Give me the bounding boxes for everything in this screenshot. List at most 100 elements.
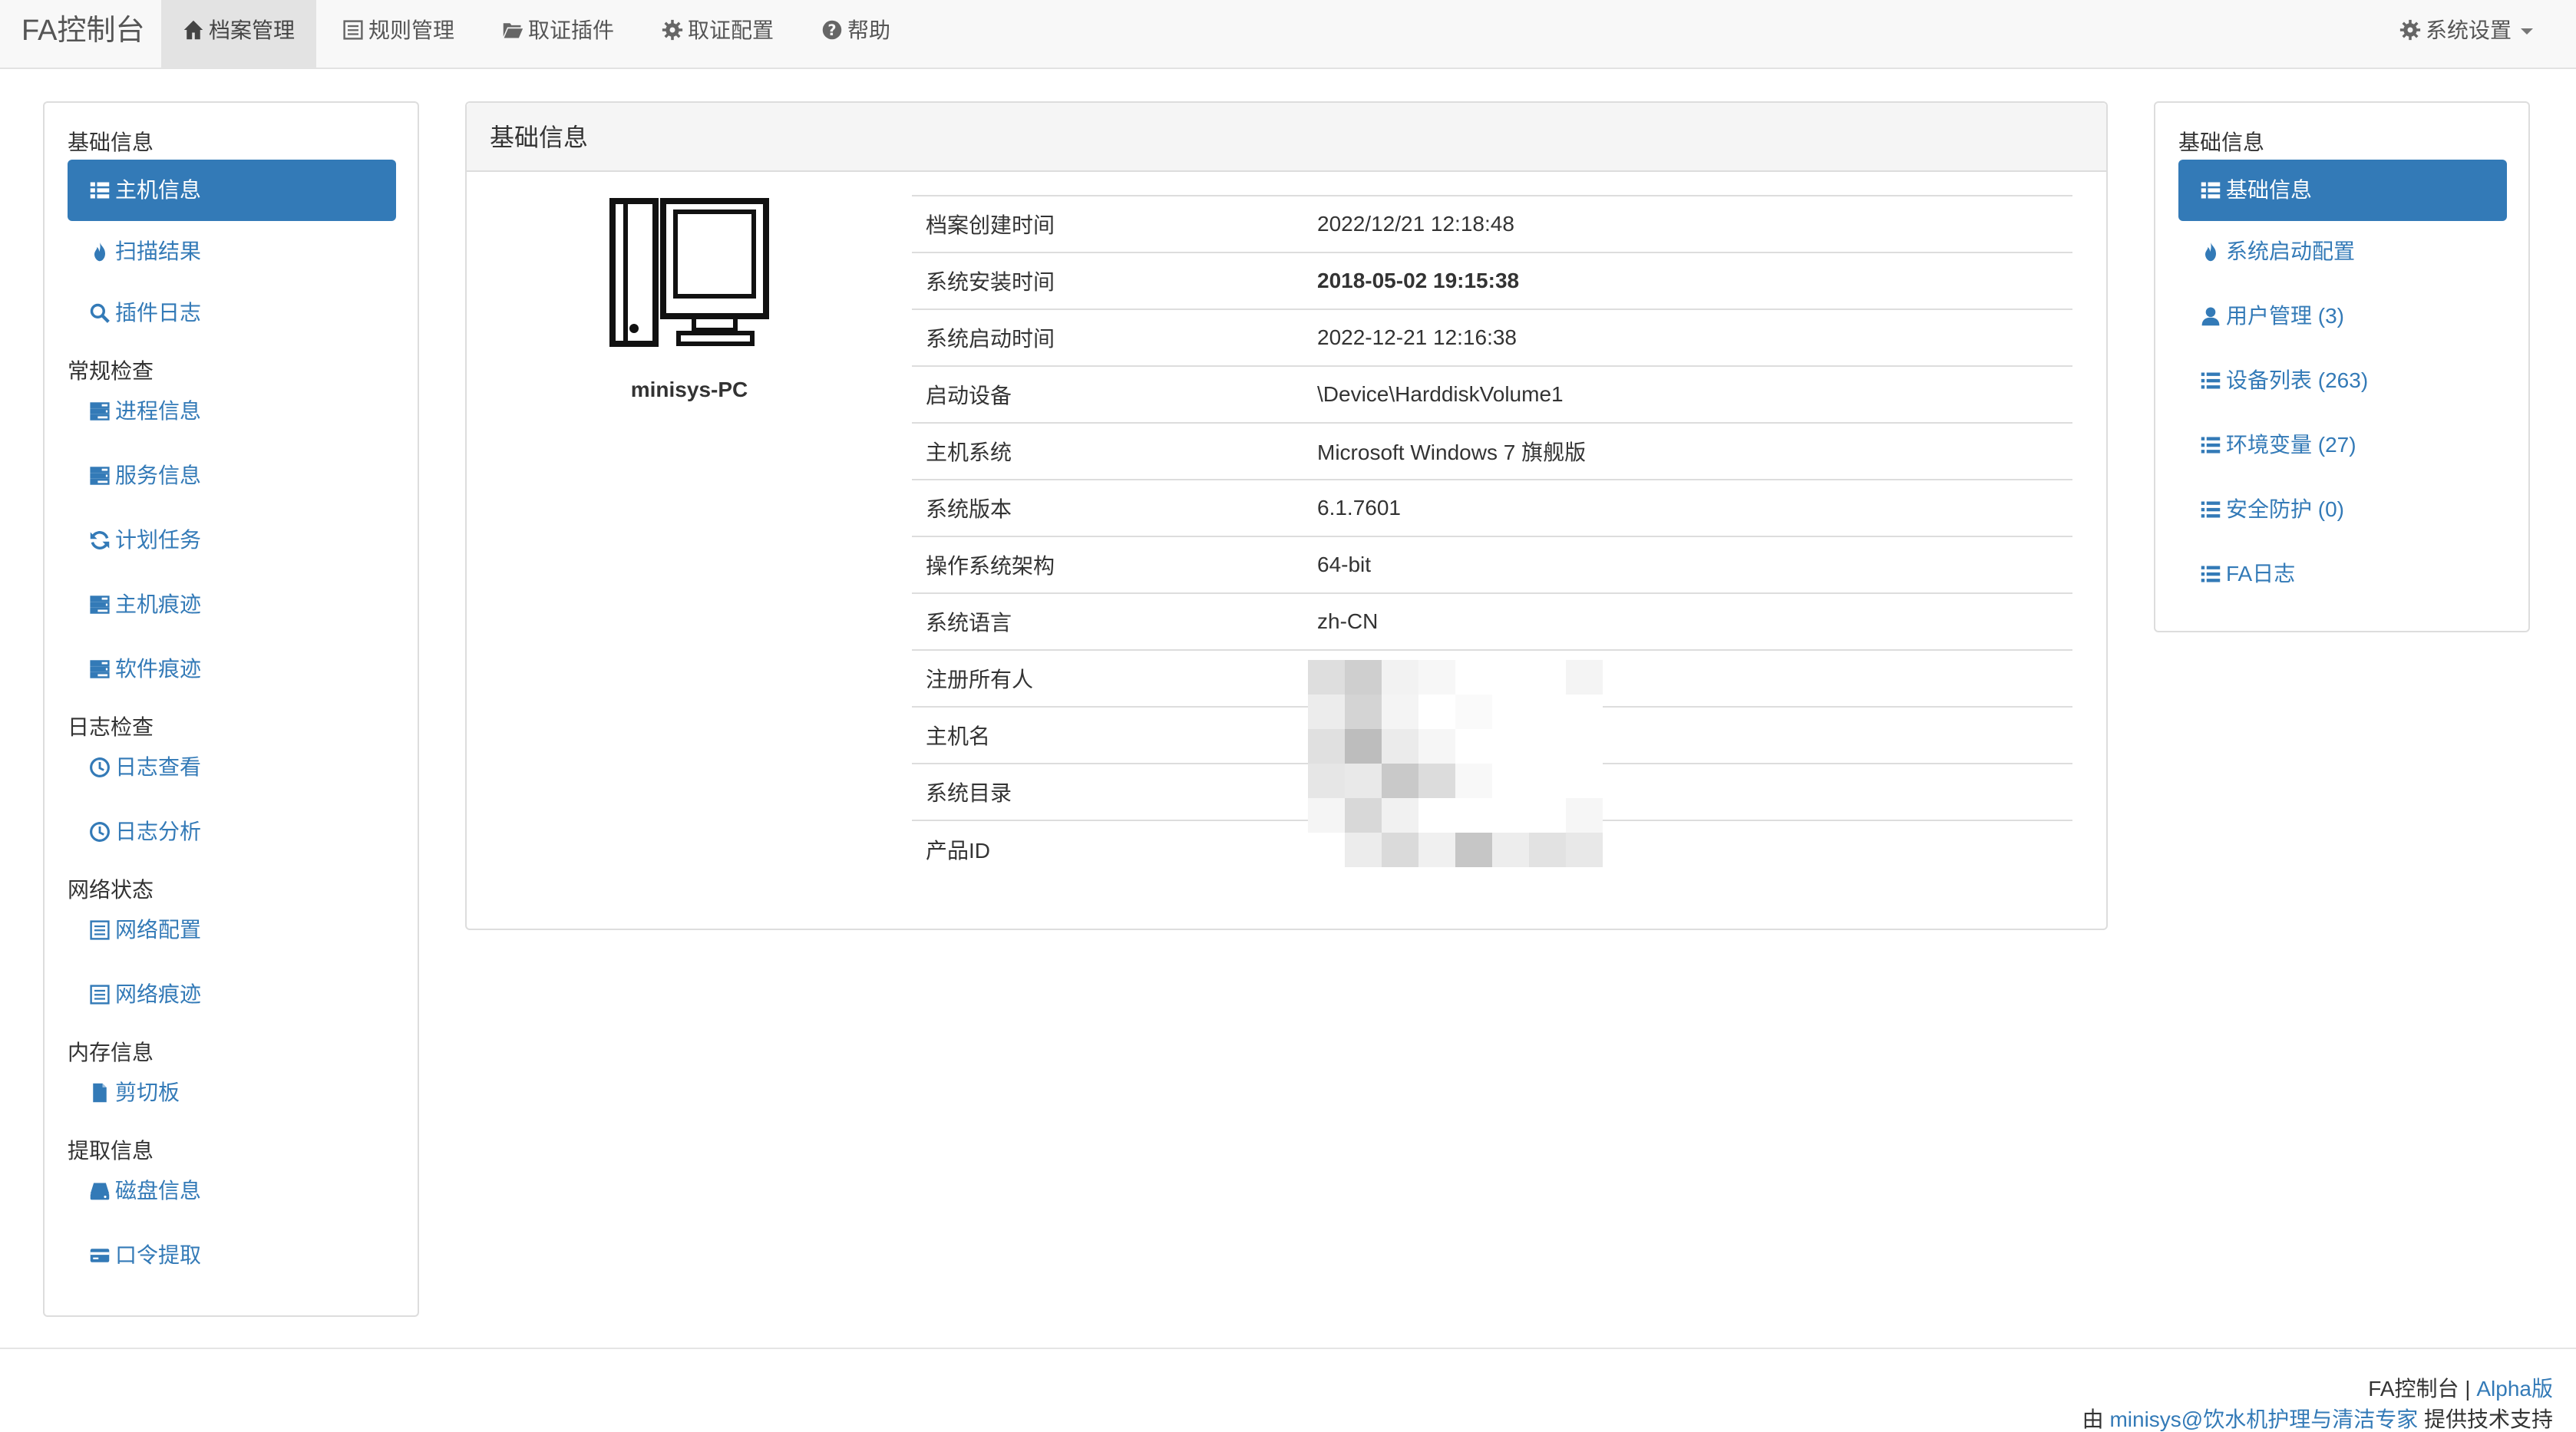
search-icon [90, 303, 110, 323]
hdd-icon [90, 1183, 110, 1200]
group-title-basic-right: 基础信息 [2178, 130, 2265, 154]
version-link[interactable]: Alpha版 [2476, 1377, 2553, 1401]
tasks-icon [90, 596, 110, 614]
sidebar-item-host-info[interactable]: 主机信息 [68, 160, 396, 221]
nav-item-rules[interactable]: 规则管理 [321, 0, 476, 68]
sidebar-item-device-list[interactable]: 设备列表 (263) [2178, 350, 2507, 411]
sidebar-item-security[interactable]: 安全防护 (0) [2178, 479, 2507, 540]
sidebar-item-label: 主机信息 [115, 178, 202, 202]
footer-version-line: FA控制台 | Alpha版 [2368, 1372, 2553, 1403]
sidebar-item-service-info[interactable]: 服务信息 [68, 445, 396, 506]
sidebar-item-label: 主机痕迹 [115, 592, 202, 616]
row-key: 产品ID [912, 820, 1303, 877]
sidebar-item-process-info[interactable]: 进程信息 [68, 381, 396, 442]
tasks-icon [90, 402, 110, 421]
panel-title: 基础信息 [467, 103, 2106, 172]
row-value: 2022-12-21 12:16:38 [1303, 309, 2072, 366]
svg-text:?: ? [827, 21, 836, 39]
sidebar-item-host-traces[interactable]: 主机痕迹 [68, 574, 396, 635]
question-circle-icon: ? [822, 20, 842, 40]
row-key: 系统版本 [912, 479, 1303, 536]
sidebar-item-disk-info[interactable]: 磁盘信息 [68, 1160, 396, 1222]
hostname-label: minisys-PC [630, 378, 748, 401]
list-icon [2201, 566, 2221, 582]
row-value: 64-bit [1303, 536, 2072, 593]
sidebar-item-scheduled-tasks[interactable]: 计划任务 [68, 510, 396, 571]
sidebar-item-clipboard[interactable]: 剪切板 [68, 1062, 396, 1123]
table-row: 启动设备 \Device\HarddiskVolume1 [912, 365, 2072, 423]
nav-item-label: 取证配置 [688, 18, 774, 42]
sidebar-item-label: 安全防护 (0) [2226, 497, 2345, 521]
sidebar-item-label: 软件痕迹 [115, 657, 202, 681]
gear-icon [662, 19, 683, 41]
footer-suffix-text: 提供技术支持 [2418, 1407, 2553, 1431]
sidebar-item-label: 扫描结果 [115, 239, 202, 263]
group-title-basic: 基础信息 [68, 130, 154, 154]
th-list-icon [90, 182, 110, 199]
sidebar-item-fa-log[interactable]: FA日志 [2178, 543, 2507, 605]
row-key: 操作系统架构 [912, 536, 1303, 593]
sidebar-item-plugin-log[interactable]: 插件日志 [68, 282, 396, 344]
redacted-values-mosaic [1308, 660, 1603, 867]
list-alt-icon [343, 20, 363, 40]
sidebar-item-password-extract[interactable]: 口令提取 [68, 1225, 396, 1286]
nav-item-label: 规则管理 [368, 18, 455, 42]
sidebar-item-network-config[interactable]: 网络配置 [68, 899, 396, 961]
gear-icon [2399, 19, 2421, 41]
list-icon [2201, 437, 2221, 454]
fire-icon [94, 242, 105, 262]
tasks-icon [90, 467, 110, 485]
row-key: 注册所有人 [912, 649, 1303, 707]
row-value: zh-CN [1303, 592, 2072, 650]
table-row: 系统语言 zh-CN [912, 592, 2072, 650]
table-row: 系统安装时间 2018-05-02 19:15:38 [912, 252, 2072, 309]
row-key: 启动设备 [912, 365, 1303, 423]
user-icon [2201, 307, 2220, 326]
list-icon [2201, 501, 2221, 518]
support-link[interactable]: minisys@饮水机护理与清洁专家 [2109, 1407, 2418, 1431]
sidebar-item-user-management[interactable]: 用户管理 (3) [2178, 285, 2507, 347]
footer: FA控制台 | Alpha版 由 minisys@饮水机护理与清洁专家 提供技术… [0, 1348, 2576, 1431]
th-list-icon [2201, 182, 2221, 199]
nav-item-label: 档案管理 [209, 18, 296, 42]
sidebar-item-network-traces[interactable]: 网络痕迹 [68, 964, 396, 1025]
nav-item-config[interactable]: 取证配置 [640, 0, 795, 68]
sidebar-item-label: 系统启动配置 [2226, 239, 2356, 263]
table-row: 主机系统 Microsoft Windows 7 旗舰版 [912, 422, 2072, 480]
row-value: Microsoft Windows 7 旗舰版 [1303, 422, 2072, 480]
table-row: 档案创建时间 2022/12/21 12:18:48 [912, 195, 2072, 252]
nav-item-archive[interactable]: 档案管理 [161, 0, 317, 68]
sidebar-item-basic-info[interactable]: 基础信息 [2178, 160, 2507, 221]
nav-item-help[interactable]: ? 帮助 [800, 0, 912, 68]
sidebar-item-label: 计划任务 [115, 528, 202, 552]
left-sidebar: 基础信息 主机信息 扫描结果 插件日志 常规检查 进程信息 服务信息 计划任务 … [43, 101, 419, 1317]
top-navbar: FA控制台 档案管理 规则管理 取证插件 取证配置 ? 帮助 系统设置 [0, 0, 2576, 69]
credit-card-icon [90, 1249, 110, 1262]
list-icon [2201, 372, 2221, 389]
footer-prefix-text: 由 [2082, 1407, 2110, 1431]
sidebar-item-label: 用户管理 (3) [2226, 304, 2345, 328]
sidebar-item-label: 网络痕迹 [115, 982, 202, 1006]
row-key: 档案创建时间 [912, 195, 1303, 252]
sidebar-item-label: 基础信息 [2226, 178, 2313, 202]
list-alt-icon [90, 920, 110, 940]
sidebar-item-env-vars[interactable]: 环境变量 (27) [2178, 414, 2507, 476]
row-value: 6.1.7601 [1303, 479, 2072, 536]
sidebar-item-log-view[interactable]: 日志查看 [68, 737, 396, 798]
footer-brand-text: FA控制台 | [2368, 1377, 2477, 1401]
nav-item-plugins[interactable]: 取证插件 [481, 0, 636, 68]
right-sidebar: 基础信息 基础信息 系统启动配置 用户管理 (3) 设备列表 (263) 环境变… [2154, 101, 2530, 632]
sidebar-item-label: 服务信息 [115, 464, 202, 487]
sidebar-item-software-traces[interactable]: 软件痕迹 [68, 638, 396, 700]
footer-support-line: 由 minisys@饮水机护理与清洁专家 提供技术支持 [2082, 1403, 2553, 1432]
sidebar-item-scan-results[interactable]: 扫描结果 [68, 221, 396, 282]
sidebar-item-label: 日志查看 [115, 755, 202, 779]
system-settings-dropdown[interactable]: 系统设置 [2399, 0, 2533, 68]
row-value: 2018-05-02 19:15:38 [1303, 252, 2072, 309]
brand-title[interactable]: FA控制台 [21, 0, 144, 69]
sidebar-item-startup-config[interactable]: 系统启动配置 [2178, 221, 2507, 282]
nav-item-label: 取证插件 [528, 18, 615, 42]
sidebar-item-log-analysis[interactable]: 日志分析 [68, 801, 396, 863]
host-info-panel: 基础信息 minisys-PC 档案创建时间 2022/12/21 12:18:4… [465, 101, 2108, 930]
table-row: 系统启动时间 2022-12-21 12:16:38 [912, 309, 2072, 366]
